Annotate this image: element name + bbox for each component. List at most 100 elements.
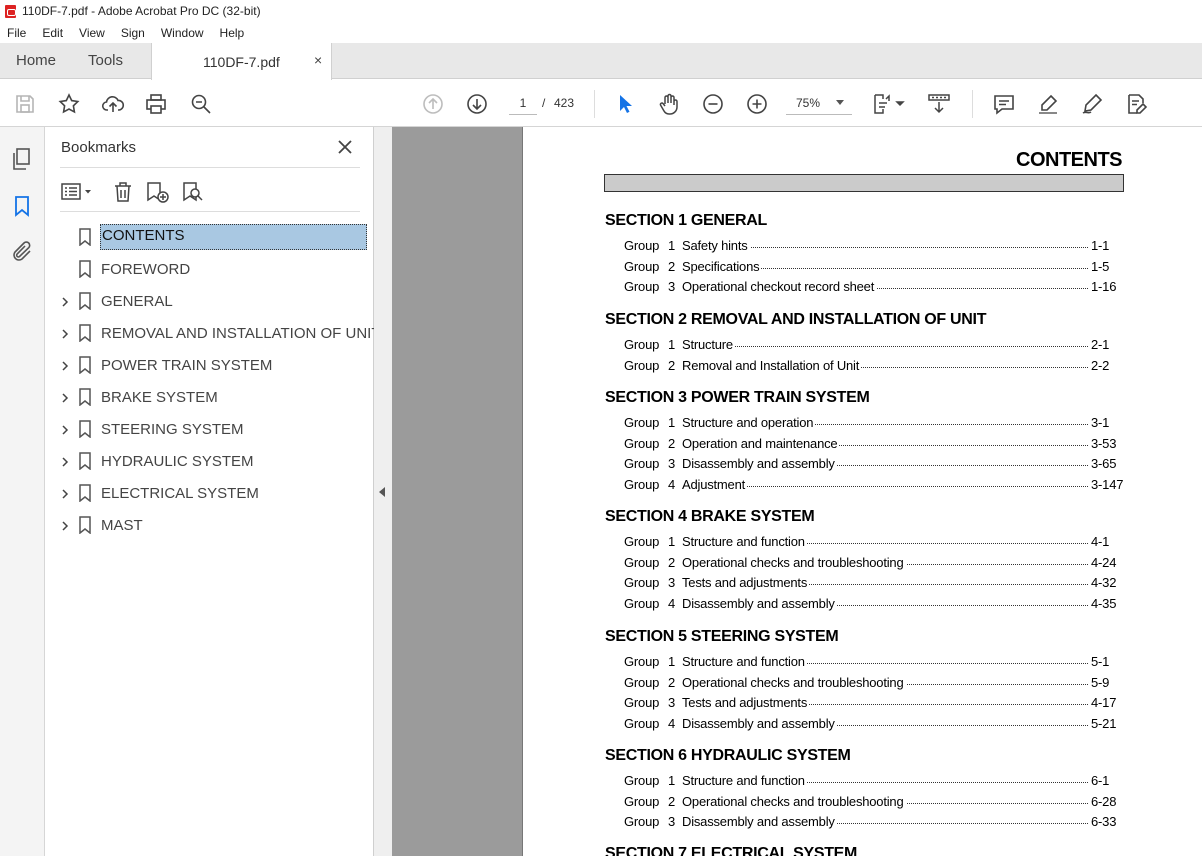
menu-help[interactable]: Help xyxy=(212,26,253,40)
toc-entry-title: Operational checks and troubleshooting xyxy=(682,674,906,690)
scroll-mode-icon[interactable] xyxy=(927,92,951,116)
toc-entry[interactable]: Group 3 Tests and adjustments 4-32 xyxy=(624,575,1124,593)
bookmark-item[interactable]: POWER TRAIN SYSTEM xyxy=(45,351,374,379)
menu-window[interactable]: Window xyxy=(153,26,212,40)
chevron-right-icon[interactable] xyxy=(59,391,71,403)
toc-entry[interactable]: Group 1 Structure and function 4-1 xyxy=(624,534,1124,552)
toc-page-number: 1-5 xyxy=(1089,258,1110,274)
bookmark-search-icon[interactable] xyxy=(180,180,206,204)
menu-file[interactable]: File xyxy=(0,26,34,40)
close-icon[interactable] xyxy=(335,137,355,157)
bookmark-label: GENERAL xyxy=(101,293,173,310)
draw-pen-icon[interactable] xyxy=(1080,92,1104,116)
page-number-input[interactable] xyxy=(509,91,537,115)
previous-page-icon[interactable] xyxy=(421,92,445,116)
toc-entry[interactable]: Group 3 Tests and adjustments 4-17 xyxy=(624,695,1124,713)
toc-group-word: Group xyxy=(624,476,660,492)
comment-icon[interactable] xyxy=(992,92,1016,116)
zoom-out-icon[interactable] xyxy=(701,92,725,116)
bookmark-item[interactable]: GENERAL xyxy=(45,287,374,315)
toc-entry[interactable]: Group 1 Structure 2-1 xyxy=(624,337,1124,355)
toc-entry[interactable]: Group 4 Disassembly and assembly 5-21 xyxy=(624,715,1124,734)
toc-page-number: 5-9 xyxy=(1089,674,1110,690)
page-total: 423 xyxy=(554,96,575,110)
document-view[interactable]: CONTENTS SECTION 1 GENERAL Group 1 Safety h… xyxy=(392,127,1202,856)
chevron-right-icon[interactable] xyxy=(59,295,71,307)
bookmark-item[interactable]: REMOVAL AND INSTALLATION OF UNIT xyxy=(45,319,381,347)
zoom-level-dropdown[interactable]: 75% xyxy=(786,91,852,115)
edit-document-icon[interactable] xyxy=(1124,92,1148,116)
panel-splitter[interactable] xyxy=(374,127,392,856)
new-bookmark-icon[interactable] xyxy=(145,180,171,204)
toc-entry[interactable]: Group 1 Structure and function 6-1 xyxy=(624,773,1124,791)
toc-entry[interactable]: Group 3 Disassembly and assembly 3-65 xyxy=(624,456,1124,474)
attachments-icon[interactable] xyxy=(10,240,34,264)
next-page-icon[interactable] xyxy=(465,92,489,116)
bookmark-item[interactable]: HYDRAULIC SYSTEM xyxy=(45,447,374,475)
toc-entry-title: Structure and function xyxy=(682,654,807,669)
tab-tools[interactable]: Tools xyxy=(88,43,123,79)
toc-group-number: 4 xyxy=(668,476,676,492)
bookmark-item[interactable]: ELECTRICAL SYSTEM xyxy=(45,479,374,507)
toc-entry[interactable]: Group 3 Disassembly and assembly 6-33 xyxy=(624,814,1124,832)
save-icon[interactable] xyxy=(13,92,37,116)
main-toolbar: / 423 75% xyxy=(0,80,1202,127)
toc-page-number: 3-1 xyxy=(1089,415,1110,430)
toc-entry[interactable]: Group 2 Operational checks and troubleshoo… xyxy=(624,793,1124,812)
chevron-right-icon[interactable] xyxy=(59,359,71,371)
select-cursor-icon[interactable] xyxy=(613,92,637,116)
toc-entry[interactable]: Group 1 Structure and function 5-1 xyxy=(624,654,1124,672)
toc-page-number: 6-33 xyxy=(1089,814,1117,829)
fit-page-icon[interactable] xyxy=(871,92,907,116)
bookmark-star-icon[interactable] xyxy=(57,92,81,116)
divider xyxy=(60,211,360,212)
bookmark-item[interactable]: STEERING SYSTEM xyxy=(45,415,374,443)
bookmark-item[interactable]: FOREWORD xyxy=(45,255,374,283)
toc-group-word: Group xyxy=(624,674,660,690)
toc-entry[interactable]: Group 4 Adjustment 3-147 xyxy=(624,476,1124,495)
tab-document[interactable]: 110DF-7.pdf × xyxy=(151,43,332,80)
bookmark-item[interactable]: BRAKE SYSTEM xyxy=(45,383,374,411)
toc-page-number: 3-147 xyxy=(1089,476,1124,492)
chevron-right-icon[interactable] xyxy=(59,487,71,499)
search-zoom-icon[interactable] xyxy=(189,92,213,116)
menu-edit[interactable]: Edit xyxy=(34,26,71,40)
toc-group-number: 3 xyxy=(668,279,676,294)
chevron-right-icon[interactable] xyxy=(59,519,71,531)
toc-entry[interactable]: Group 3 Operational checkout record sheet 1… xyxy=(624,279,1124,297)
print-icon[interactable] xyxy=(144,92,168,116)
toc-entry[interactable]: Group 4 Disassembly and assembly 4-35 xyxy=(624,595,1124,614)
toc-entry[interactable]: Group 1 Safety hints 1-1 xyxy=(624,238,1124,256)
toc-group-word: Group xyxy=(624,258,660,274)
menu-sign[interactable]: Sign xyxy=(113,26,153,40)
toc-entry[interactable]: Group 2 Removal and Installation of Unit 2-… xyxy=(624,357,1124,376)
tab-home[interactable]: Home xyxy=(16,43,56,79)
toc-entry[interactable]: Group 2 Operational checks and troubleshoo… xyxy=(624,554,1124,573)
toc-entry-title: Operational checks and troubleshooting xyxy=(682,554,906,570)
page-thumbnails-icon[interactable] xyxy=(10,147,34,171)
bookmark-options-icon[interactable] xyxy=(60,180,96,204)
tab-close-icon[interactable]: × xyxy=(314,52,322,68)
zoom-in-icon[interactable] xyxy=(745,92,769,116)
hand-tool-icon[interactable] xyxy=(657,92,681,116)
bookmark-label: ELECTRICAL SYSTEM xyxy=(101,485,259,502)
toc-entry[interactable]: Group 2 Operation and maintenance 3-53 xyxy=(624,435,1124,454)
chevron-right-icon[interactable] xyxy=(59,423,71,435)
toc-entry-title: Disassembly and assembly xyxy=(682,814,837,829)
chevron-right-icon[interactable] xyxy=(59,327,71,339)
toc-entry[interactable]: Group 1 Structure and operation 3-1 xyxy=(624,415,1124,433)
toc-page-number: 3-65 xyxy=(1089,456,1117,471)
bookmarks-panel-icon[interactable] xyxy=(10,194,34,218)
bookmark-item[interactable]: MAST xyxy=(45,511,374,539)
toc-entry[interactable]: Group 2 Operational checks and troubleshoo… xyxy=(624,674,1124,693)
toc-entry-title: Operation and maintenance xyxy=(682,435,840,451)
cloud-upload-icon[interactable] xyxy=(101,92,125,116)
bookmark-item[interactable]: CONTENTS xyxy=(45,223,374,251)
delete-trash-icon[interactable] xyxy=(111,180,135,204)
toc-entry[interactable]: Group 2 Specifications 1-5 xyxy=(624,258,1124,277)
collapse-arrow-icon[interactable] xyxy=(379,487,385,497)
chevron-right-icon[interactable] xyxy=(59,455,71,467)
pdf-page: CONTENTS SECTION 1 GENERAL Group 1 Safety h… xyxy=(522,127,1202,856)
highlight-pen-icon[interactable] xyxy=(1036,92,1060,116)
menu-view[interactable]: View xyxy=(71,26,113,40)
